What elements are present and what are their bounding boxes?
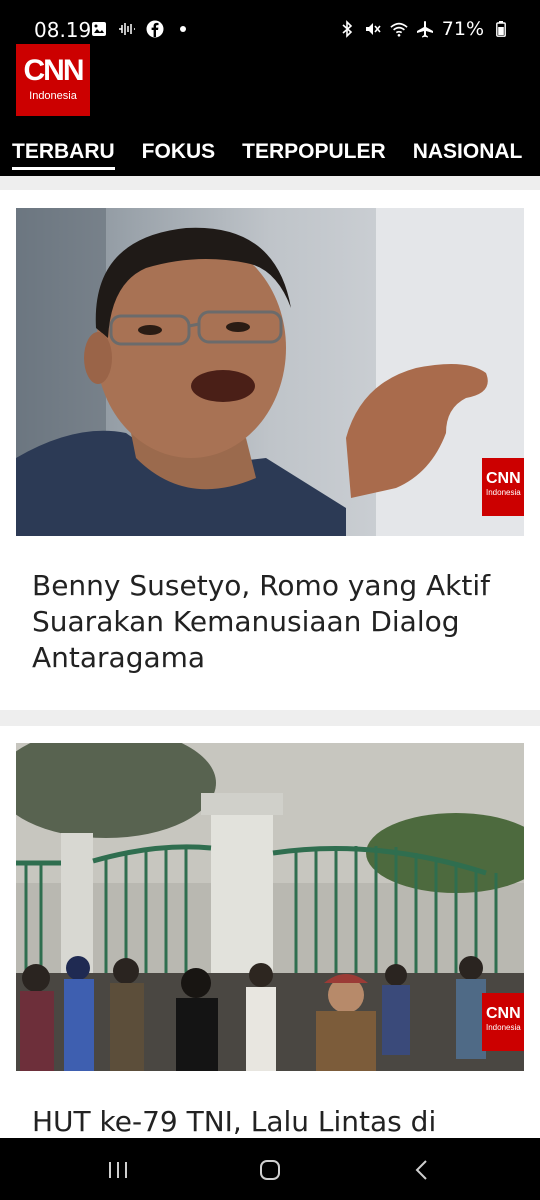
- audio-icon: [118, 20, 136, 38]
- dot-icon: [174, 20, 192, 38]
- status-time: 08.19: [34, 18, 92, 42]
- tab-terpopuler[interactable]: TERPOPULER: [242, 122, 386, 176]
- tab-fokus[interactable]: FOKUS: [142, 122, 216, 176]
- article-title[interactable]: HUT ke-79 TNI, Lalu Lintas di: [32, 1104, 500, 1138]
- airplane-icon: [416, 20, 434, 38]
- facebook-icon: [146, 20, 164, 38]
- battery-percent: 71%: [441, 18, 484, 40]
- cnn-indonesia-logo[interactable]: CNN Indonesia: [16, 44, 90, 116]
- system-nav-bar: [0, 1138, 540, 1200]
- back-icon[interactable]: [402, 1156, 442, 1184]
- article-title[interactable]: Benny Susetyo, Romo yang Aktif Suarakan …: [32, 568, 500, 676]
- status-bar: 08.19 71%: [0, 0, 540, 44]
- home-icon[interactable]: [250, 1156, 290, 1184]
- battery-icon: [492, 20, 510, 38]
- article-image[interactable]: CNN Indonesia: [16, 743, 524, 1071]
- article-card[interactable]: CNN Indonesia Benny Susetyo, Romo yang A…: [0, 190, 540, 710]
- category-tabs: TERBARU FOKUS TERPOPULER NASIONAL: [0, 122, 540, 176]
- recent-apps-icon[interactable]: [98, 1156, 138, 1184]
- tab-nasional[interactable]: NASIONAL: [413, 122, 523, 176]
- article-card[interactable]: CNN Indonesia HUT ke-79 TNI, Lalu Lintas…: [0, 726, 540, 1138]
- logo-mark: CNN: [23, 54, 85, 87]
- wifi-icon: [390, 20, 408, 38]
- image-watermark: CNN Indonesia: [482, 458, 524, 516]
- news-feed[interactable]: CNN Indonesia Benny Susetyo, Romo yang A…: [0, 176, 540, 1138]
- image-watermark: CNN Indonesia: [482, 993, 524, 1051]
- logo-subtitle: Indonesia: [29, 90, 77, 102]
- mute-icon: [364, 20, 382, 38]
- app-header: CNN Indonesia: [0, 44, 540, 122]
- article-image[interactable]: CNN Indonesia: [16, 208, 524, 536]
- bluetooth-icon: [338, 20, 356, 38]
- gallery-icon: [90, 20, 108, 38]
- tab-terbaru[interactable]: TERBARU: [12, 122, 115, 176]
